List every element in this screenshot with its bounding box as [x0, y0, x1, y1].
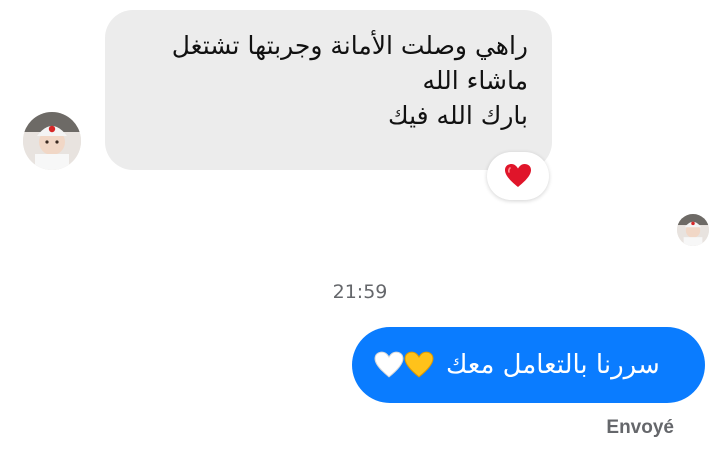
- sender-avatar[interactable]: [23, 112, 81, 170]
- baby-avatar-icon: [23, 112, 81, 170]
- delivery-status: Envoyé: [606, 417, 674, 438]
- white-heart-icon: [374, 351, 404, 378]
- incoming-message-bubble[interactable]: راهي وصلت الأمانة وجربتها تشتغل ماشاء ال…: [105, 10, 552, 170]
- chat-thread: راهي وصلت الأمانة وجربتها تشتغل ماشاء ال…: [0, 0, 720, 466]
- message-line: ماشاء الله: [422, 66, 528, 95]
- message-line: راهي وصلت الأمانة وجربتها تشتغل: [171, 31, 528, 60]
- red-heart-icon: [505, 164, 531, 187]
- emoji-group: [374, 351, 434, 379]
- message-reaction[interactable]: [487, 152, 549, 200]
- outgoing-message-bubble[interactable]: سررنا بالتعامل معك: [352, 327, 705, 403]
- message-line: بارك الله فيك: [388, 101, 528, 130]
- read-receipt-avatar: [677, 214, 709, 246]
- yellow-heart-icon: [404, 351, 434, 378]
- message-timestamp: 21:59: [332, 281, 388, 303]
- baby-avatar-icon: [677, 214, 709, 246]
- message-text: سررنا بالتعامل معك: [446, 350, 660, 380]
